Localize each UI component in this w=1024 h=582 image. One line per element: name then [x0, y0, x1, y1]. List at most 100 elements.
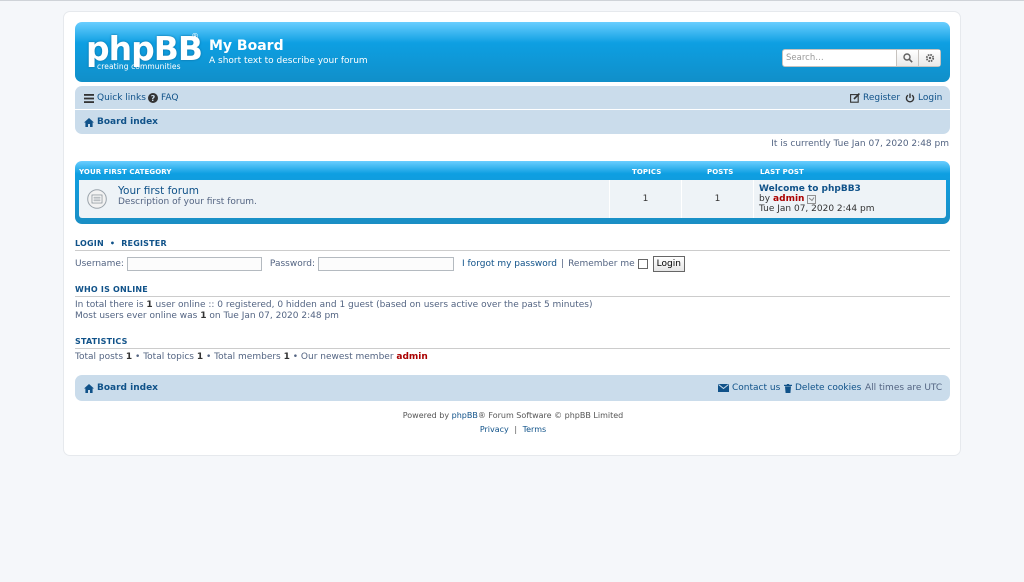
- faq-link[interactable]: ? FAQ: [148, 93, 178, 103]
- home-icon: [84, 383, 94, 393]
- logo-registered-mark: ®: [191, 32, 199, 41]
- breadcrumb-label: Board index: [97, 117, 158, 127]
- forum-topics-count: 1: [610, 180, 682, 218]
- record-count: 1: [200, 311, 207, 321]
- terms-link[interactable]: Terms: [523, 425, 547, 434]
- quick-login-form: Username: Password: I forgot my password…: [75, 255, 950, 273]
- total-topics-value: 1: [196, 352, 204, 362]
- last-post-author-link[interactable]: admin: [773, 194, 804, 204]
- search-box: [782, 49, 941, 67]
- newest-member-link[interactable]: admin: [396, 352, 427, 362]
- pencil-square-icon: [850, 93, 860, 103]
- home-icon: [84, 117, 94, 127]
- login-button[interactable]: Login: [652, 256, 685, 272]
- power-icon: [905, 93, 915, 103]
- login-separator: |: [561, 259, 565, 269]
- total-members-value: 1: [283, 352, 290, 362]
- phpbb-link[interactable]: phpBB: [452, 411, 478, 420]
- online-text-pre: In total there is: [75, 300, 144, 310]
- newest-member-label: • Our newest member: [292, 352, 394, 362]
- gear-icon: [925, 53, 934, 63]
- total-members-label: • Total members: [205, 352, 281, 362]
- footer-breadcrumb-label: Board index: [97, 383, 158, 393]
- forgot-password-link[interactable]: I forgot my password: [462, 259, 557, 269]
- copyright-text: ® Forum Software © phpBB Limited: [477, 411, 624, 420]
- search-input[interactable]: [783, 50, 897, 66]
- register-label: Register: [863, 93, 901, 103]
- username-label: Username:: [75, 259, 124, 269]
- delete-cookies-label: Delete cookies: [795, 383, 862, 393]
- site-logo[interactable]: phpBB ® creating communities: [86, 29, 203, 72]
- password-input[interactable]: [318, 257, 454, 271]
- forum-posts-count: 1: [682, 180, 754, 218]
- forum-read-icon: [87, 189, 107, 209]
- trash-icon: [784, 383, 792, 393]
- quick-links-label: Quick links: [97, 93, 146, 103]
- total-posts-value: 1: [125, 352, 133, 362]
- privacy-link[interactable]: Privacy: [480, 425, 509, 434]
- navbar: Quick links ? FAQ Register Login Board i…: [75, 86, 950, 134]
- privacy-terms-separator: |: [514, 425, 518, 434]
- view-latest-post-icon[interactable]: [807, 194, 817, 204]
- quick-links-menu[interactable]: Quick links: [84, 93, 146, 103]
- last-post-time: Tue Jan 07, 2020 2:44 pm: [759, 204, 875, 214]
- svg-text:?: ?: [151, 94, 156, 103]
- register-heading-link[interactable]: REGISTER: [121, 239, 167, 248]
- total-posts-label: Total posts: [75, 352, 124, 362]
- login-heading-link[interactable]: LOGIN: [75, 239, 104, 248]
- breadcrumb: Board index: [75, 110, 950, 134]
- register-link[interactable]: Register: [850, 93, 900, 103]
- forum-last-post-cell: Welcome to phpBB3 by admin Tue Jan 07, 2…: [754, 180, 946, 218]
- footer-navbar: Board index Contact us Delete cookies Al…: [75, 375, 950, 401]
- record-text-post: on Tue Jan 07, 2020 2:48 pm: [209, 311, 339, 321]
- last-post-by: by: [759, 194, 771, 204]
- footer-breadcrumb-board-index[interactable]: Board index: [84, 383, 158, 393]
- online-users-line: In total there is 1 user online :: 0 reg…: [75, 300, 592, 310]
- statistics-heading-text: STATISTICS: [75, 337, 128, 346]
- site-description: A short text to describe your forum: [209, 56, 368, 66]
- heading-separator: •: [109, 239, 116, 248]
- login-link[interactable]: Login: [905, 93, 942, 103]
- powered-by-text: Powered by: [402, 411, 450, 420]
- forum-title-link[interactable]: Your first forum: [118, 185, 199, 197]
- search-button[interactable]: [896, 50, 919, 66]
- login-register-heading: LOGIN • REGISTER: [75, 239, 950, 251]
- statistics-heading: STATISTICS: [75, 337, 950, 349]
- col-header-topics: TOPICS: [632, 168, 662, 176]
- record-online-line: Most users ever online was 1 on Tue Jan …: [75, 311, 339, 321]
- advanced-search-button[interactable]: [918, 50, 940, 66]
- forum-description: Description of your first forum.: [118, 197, 257, 207]
- search-icon: [903, 53, 913, 63]
- copyright-line: Powered by phpBB® Forum Software © phpBB…: [64, 411, 962, 420]
- remember-me-checkbox[interactable]: [637, 259, 648, 269]
- contact-us-link[interactable]: Contact us: [718, 383, 780, 393]
- online-count: 1: [146, 300, 153, 310]
- contact-us-label: Contact us: [732, 383, 781, 393]
- last-post-title-link[interactable]: Welcome to phpBB3: [759, 184, 861, 194]
- forum-row: Your first forum Description of your fir…: [79, 180, 946, 218]
- password-label: Password:: [269, 259, 315, 269]
- total-topics-label: • Total topics: [135, 352, 194, 362]
- statistics-line: Total posts 1 • Total topics 1 • Total m…: [75, 352, 428, 362]
- hamburger-icon: [84, 93, 94, 103]
- breadcrumb-board-index[interactable]: Board index: [84, 117, 158, 127]
- forum-main-cell: Your first forum Description of your fir…: [79, 180, 610, 218]
- col-header-posts: POSTS: [707, 168, 734, 176]
- site-title: My Board: [209, 38, 284, 54]
- envelope-icon: [718, 384, 729, 392]
- delete-cookies-link[interactable]: Delete cookies: [784, 383, 861, 393]
- who-is-online-link[interactable]: WHO IS ONLINE: [75, 285, 148, 294]
- who-is-online-heading: WHO IS ONLINE: [75, 285, 950, 297]
- privacy-terms-line: Privacy | Terms: [64, 425, 962, 434]
- faq-label: FAQ: [161, 93, 179, 103]
- online-text-post: user online :: 0 registered, 0 hidden an…: [155, 300, 593, 310]
- timezone-note: All times are UTC: [865, 383, 943, 393]
- login-label: Login: [918, 93, 943, 103]
- username-input[interactable]: [126, 257, 262, 271]
- window-top-border: [0, 0, 1024, 1]
- question-circle-icon: ?: [148, 93, 158, 103]
- remember-me-label: Remember me: [568, 259, 635, 269]
- category-title[interactable]: YOUR FIRST CATEGORY: [79, 168, 172, 176]
- page-wrap: phpBB ® creating communities My Board A …: [63, 11, 961, 456]
- header-bar: phpBB ® creating communities My Board A …: [75, 22, 950, 82]
